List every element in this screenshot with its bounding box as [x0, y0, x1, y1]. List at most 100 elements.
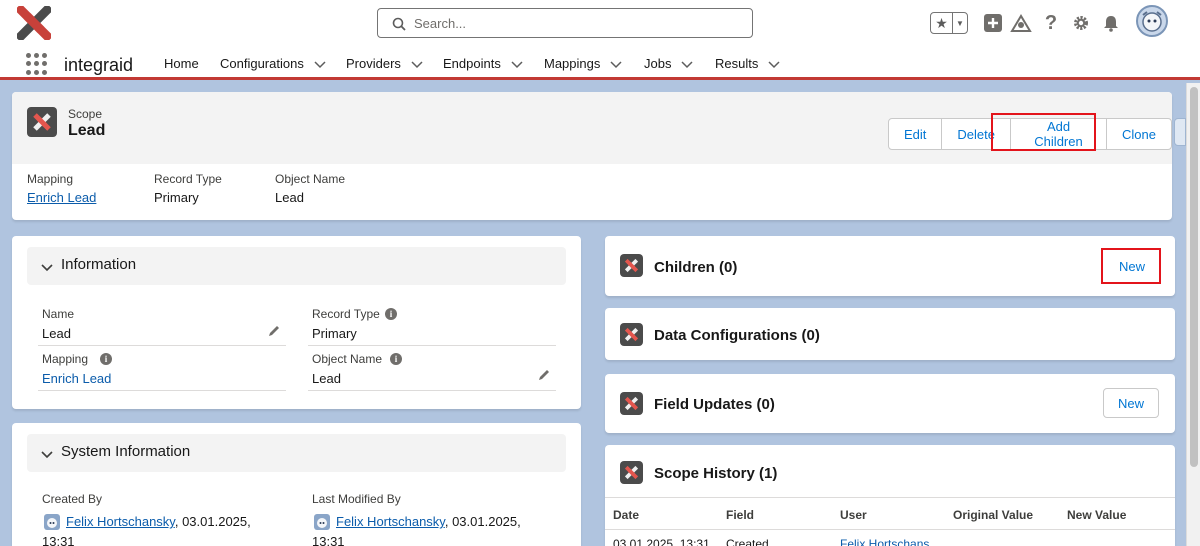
field-label-object-name: Object Name — [312, 352, 383, 366]
integraid-logo[interactable] — [17, 6, 51, 40]
app-navigation-bar: integraid Home Configurations Providers … — [0, 48, 1200, 80]
children-list-title[interactable]: Children (0) — [654, 259, 737, 276]
scope-history-list-title[interactable]: Scope History (1) — [654, 465, 777, 482]
global-search-box[interactable]: Search... — [377, 8, 753, 38]
field-value-mapping-link[interactable]: Enrich Lead — [42, 371, 111, 386]
history-row-date: 03.01.2025, 13:31 — [613, 537, 710, 546]
section-title: Information — [61, 256, 137, 273]
column-header-original-value[interactable]: Original Value — [953, 508, 1033, 522]
field-divider — [38, 390, 286, 391]
record-page: Scope Lead Edit Delete Add Children Clon… — [0, 83, 1200, 546]
field-updates-list-title[interactable]: Field Updates (0) — [654, 396, 775, 413]
highlight-value-record-type: Primary — [154, 190, 199, 205]
nav-item-providers[interactable]: Providers — [346, 56, 423, 71]
highlight-label-object-name: Object Name — [275, 172, 346, 186]
system-information-section-header[interactable]: System Information — [27, 434, 566, 472]
chevron-down-icon[interactable] — [314, 58, 326, 70]
column-header-user[interactable]: User — [840, 508, 867, 522]
nav-item-home[interactable]: Home — [164, 56, 199, 71]
field-updates-related-list: Field Updates (0) New — [605, 374, 1175, 433]
utility-panel-toggle[interactable] — [1174, 118, 1186, 146]
info-icon[interactable]: i — [385, 308, 397, 320]
app-launcher-icon[interactable] — [26, 53, 48, 75]
highlight-box-add-children — [991, 113, 1096, 151]
nav-item-endpoints[interactable]: Endpoints — [443, 56, 523, 71]
app-name: integraid — [64, 55, 134, 75]
scope-history-related-list: Scope History (1) Date Field User Origin… — [605, 445, 1175, 546]
scope-object-icon — [27, 107, 57, 137]
search-icon — [392, 17, 406, 31]
field-divider — [308, 390, 556, 391]
setup-gear-icon[interactable] — [1070, 12, 1092, 34]
favorites-button[interactable]: ★ ▼ — [930, 12, 968, 34]
highlight-box-children-new — [1101, 248, 1161, 284]
chevron-down-icon[interactable] — [511, 58, 523, 70]
record-header: Scope Lead Edit Delete Add Children Clon… — [12, 92, 1172, 164]
highlight-label-record-type: Record Type — [154, 172, 222, 186]
page-scrollbar[interactable] — [1186, 83, 1200, 546]
chevron-down-icon[interactable] — [411, 58, 423, 70]
field-value-record-type: Primary — [312, 326, 357, 341]
data-configurations-list-title[interactable]: Data Configurations (0) — [654, 327, 820, 344]
children-related-list: Children (0) New — [605, 236, 1175, 296]
section-title: System Information — [61, 443, 191, 460]
chevron-down-icon[interactable] — [681, 58, 693, 70]
last-modified-by-value: Felix Hortschansky, 03.01.2025, — [336, 514, 521, 529]
global-add-icon[interactable] — [982, 12, 1004, 34]
pencil-edit-icon[interactable] — [537, 368, 551, 382]
created-by-user-link[interactable]: Felix Hortschansky — [66, 514, 175, 529]
scope-object-icon — [620, 254, 643, 277]
last-modified-by-user-link[interactable]: Felix Hortschansky — [336, 514, 445, 529]
clone-button[interactable]: Clone — [1106, 118, 1172, 150]
highlight-label-mapping: Mapping — [27, 172, 74, 186]
column-header-date[interactable]: Date — [613, 508, 639, 522]
field-label-last-modified-by: Last Modified By — [312, 492, 401, 506]
field-value-name: Lead — [42, 326, 71, 341]
field-divider — [38, 345, 286, 346]
system-information-card: System Information Created By Felix Hort… — [12, 423, 581, 546]
favorites-dropdown-icon[interactable]: ▼ — [953, 13, 967, 33]
field-divider — [308, 345, 556, 346]
history-row-field: Created — [726, 537, 769, 546]
user-avatar-icon — [314, 514, 330, 530]
chevron-down-icon[interactable] — [768, 58, 780, 70]
record-highlights-panel: Scope Lead Edit Delete Add Children Clon… — [12, 92, 1172, 220]
search-placeholder: Search... — [414, 16, 467, 31]
table-divider — [605, 529, 1175, 530]
nav-item-configurations[interactable]: Configurations — [220, 56, 326, 71]
favorites-star-icon[interactable]: ★ — [931, 13, 953, 33]
notifications-bell-icon[interactable] — [1100, 12, 1122, 34]
highlight-value-mapping-link[interactable]: Enrich Lead — [27, 190, 96, 205]
last-modified-by-time: 13:31 — [312, 534, 345, 546]
details-card: Information Name Lead Record Type i Prim… — [12, 236, 581, 409]
record-title: Lead — [68, 122, 106, 139]
chevron-down-icon[interactable] — [610, 58, 622, 70]
info-icon[interactable]: i — [100, 353, 112, 365]
scope-object-icon — [620, 461, 643, 484]
table-divider — [605, 497, 1175, 498]
nav-item-results[interactable]: Results — [715, 56, 780, 71]
edit-button[interactable]: Edit — [888, 118, 943, 150]
field-updates-new-button[interactable]: New — [1103, 388, 1159, 418]
nav-item-jobs[interactable]: Jobs — [644, 56, 693, 71]
info-icon[interactable]: i — [390, 353, 402, 365]
field-label-created-by: Created By — [42, 492, 103, 506]
chevron-down-icon[interactable] — [41, 261, 53, 273]
scope-object-icon — [620, 323, 643, 346]
user-avatar-icon — [44, 514, 60, 530]
chevron-down-icon[interactable] — [41, 448, 53, 460]
nav-item-mappings[interactable]: Mappings — [544, 56, 622, 71]
column-header-field[interactable]: Field — [726, 508, 754, 522]
user-avatar[interactable] — [1136, 5, 1168, 37]
column-header-new-value[interactable]: New Value — [1067, 508, 1126, 522]
help-icon[interactable]: ? — [1040, 12, 1062, 34]
field-label-mapping: Mapping — [42, 352, 89, 366]
information-section-header[interactable]: Information — [27, 247, 566, 285]
global-header: Search... ★ ▼ ? — [0, 0, 1200, 48]
scrollbar-thumb[interactable] — [1190, 87, 1198, 467]
history-row-user-link[interactable]: Felix Hortschans — [840, 537, 929, 546]
created-by-value: Felix Hortschansky, 03.01.2025, — [66, 514, 251, 529]
trailhead-icon[interactable] — [1010, 12, 1032, 34]
field-value-object-name: Lead — [312, 371, 341, 386]
pencil-edit-icon[interactable] — [267, 324, 281, 338]
